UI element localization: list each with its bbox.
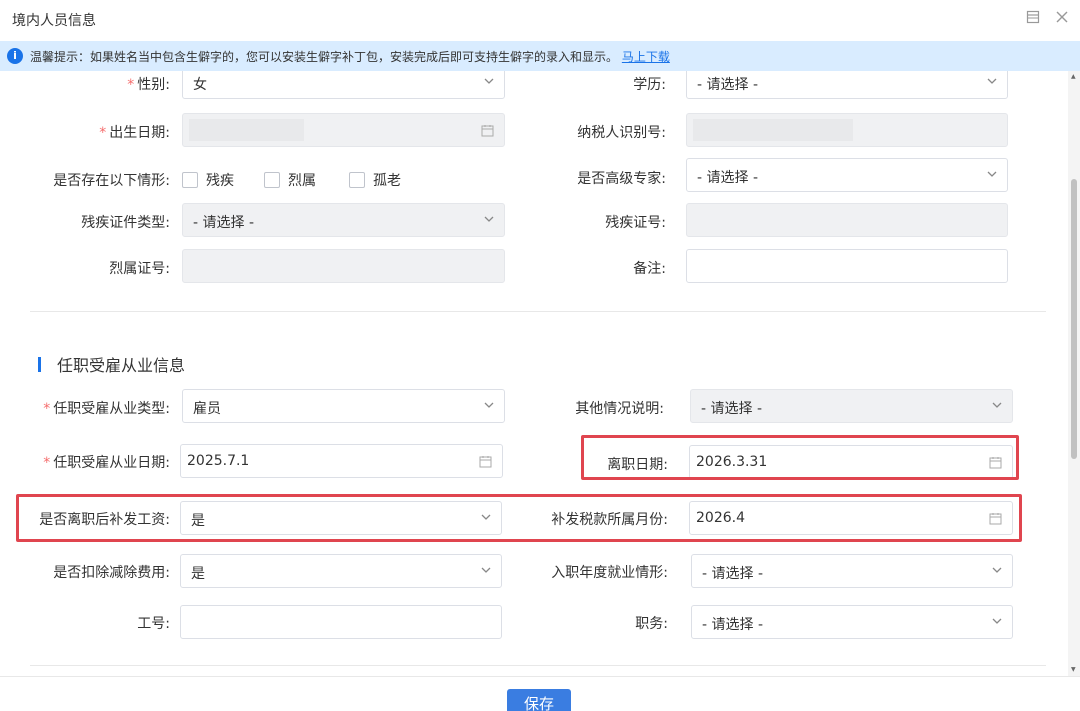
section-title: 任职受雇从业信息 [38,352,185,376]
dialog-footer: 保存 [0,676,1080,711]
calendar-icon [479,456,492,468]
gender-label: * 性别: [127,77,170,93]
birth-date-field [182,113,505,147]
checkbox-disabled[interactable]: 残疾 [182,170,234,190]
disability-cert-no-label: 残疾证号: [605,215,666,231]
remark-label: 备注: [633,261,666,277]
education-select[interactable]: - 请选择 - [686,71,1008,99]
employment-type-label: * 任职受雇从业类型: [43,401,170,417]
situations-label: 是否存在以下情形: [53,173,170,189]
checkbox-elderly[interactable]: 孤老 [349,170,401,190]
maximize-icon[interactable] [1025,9,1041,25]
chevron-down-icon [481,567,491,573]
employment-date-input[interactable]: 2025.7.1 [180,444,503,478]
chevron-down-icon [992,567,1002,573]
calendar-icon [989,513,1002,525]
dialog: 境内人员信息 i 温馨提示：如果姓名当中包含生僻字的，您可以安装生僻字补丁包，安… [0,0,1080,711]
gender-select[interactable]: 女 [182,71,505,99]
entry-year-situation-select[interactable]: - 请选择 - [691,554,1013,588]
chevron-down-icon [484,216,494,222]
chevron-down-icon [987,78,997,84]
tax-month-input[interactable]: 2026.4 [689,501,1013,535]
leave-date-input[interactable]: 2026.3.31 [689,445,1013,479]
chevron-down-icon [484,78,494,84]
chevron-down-icon [992,618,1002,624]
redacted-block [693,119,853,141]
save-button[interactable]: 保存 [507,689,571,711]
employment-date-label: * 任职受雇从业日期: [43,455,170,471]
notice-text: 温馨提示：如果姓名当中包含生僻字的，您可以安装生僻字补丁包，安装完成后即可支持生… [30,50,619,64]
chevron-down-icon [987,171,997,177]
chevron-down-icon [484,402,494,408]
section-divider [30,311,1046,312]
disability-cert-type-label: 残疾证件类型: [81,215,170,231]
employee-no-label: 工号: [137,616,170,632]
deduct-expense-select[interactable]: 是 [180,554,502,588]
taxpayer-id-label: 纳税人识别号: [577,125,666,141]
senior-expert-label: 是否高级专家: [577,171,666,187]
entry-year-situation-label: 入职年度就业情形: [551,565,668,581]
remark-input[interactable] [686,249,1008,283]
info-icon: i [7,48,23,64]
vertical-scrollbar[interactable]: ▲ ▼ [1068,71,1080,676]
birth-date-label: * 出生日期: [99,125,170,141]
other-notes-select[interactable]: - 请选择 - [690,389,1013,423]
martyr-cert-no-label: 烈属证号: [109,261,170,277]
leave-date-label: 离职日期: [607,457,668,473]
back-pay-select[interactable]: 是 [180,501,502,535]
employee-no-input[interactable] [180,605,502,639]
back-pay-label: 是否离职后补发工资: [39,512,170,528]
title-bar: 境内人员信息 [0,0,1080,40]
close-icon[interactable] [1054,9,1070,25]
scroll-up-arrow-icon[interactable]: ▲ [1071,74,1077,80]
position-select[interactable]: - 请选择 - [691,605,1013,639]
section-divider [30,665,1046,666]
chevron-down-icon [992,402,1002,408]
senior-expert-select[interactable]: - 请选择 - [686,158,1008,192]
redacted-block [189,119,304,141]
download-link[interactable]: 马上下载 [622,50,670,64]
disability-cert-no-field [686,203,1008,237]
employment-type-select[interactable]: 雇员 [182,389,505,423]
taxpayer-id-field [686,113,1008,147]
martyr-cert-no-field [182,249,505,283]
dialog-title: 境内人员信息 [12,13,96,29]
calendar-icon [481,125,494,137]
tax-month-label: 补发税款所属月份: [551,512,668,528]
position-label: 职务: [635,616,668,632]
scrollbar-thumb[interactable] [1071,179,1077,459]
deduct-expense-label: 是否扣除减除费用: [53,565,170,581]
calendar-icon [989,457,1002,469]
form-content: * 性别: 女 学历: - 请选择 - * 出生日期: 纳税人识别号: 是否存在以下… [0,71,1068,676]
notice-bar: i 温馨提示：如果姓名当中包含生僻字的，您可以安装生僻字补丁包，安装完成后即可支… [0,41,1080,71]
checkbox-martyr[interactable]: 烈属 [264,170,316,190]
education-label: 学历: [633,77,666,93]
other-notes-label: 其他情况说明: [575,401,664,417]
disability-cert-type-select[interactable]: - 请选择 - [182,203,505,237]
chevron-down-icon [481,514,491,520]
scroll-down-arrow-icon[interactable]: ▼ [1071,667,1077,673]
